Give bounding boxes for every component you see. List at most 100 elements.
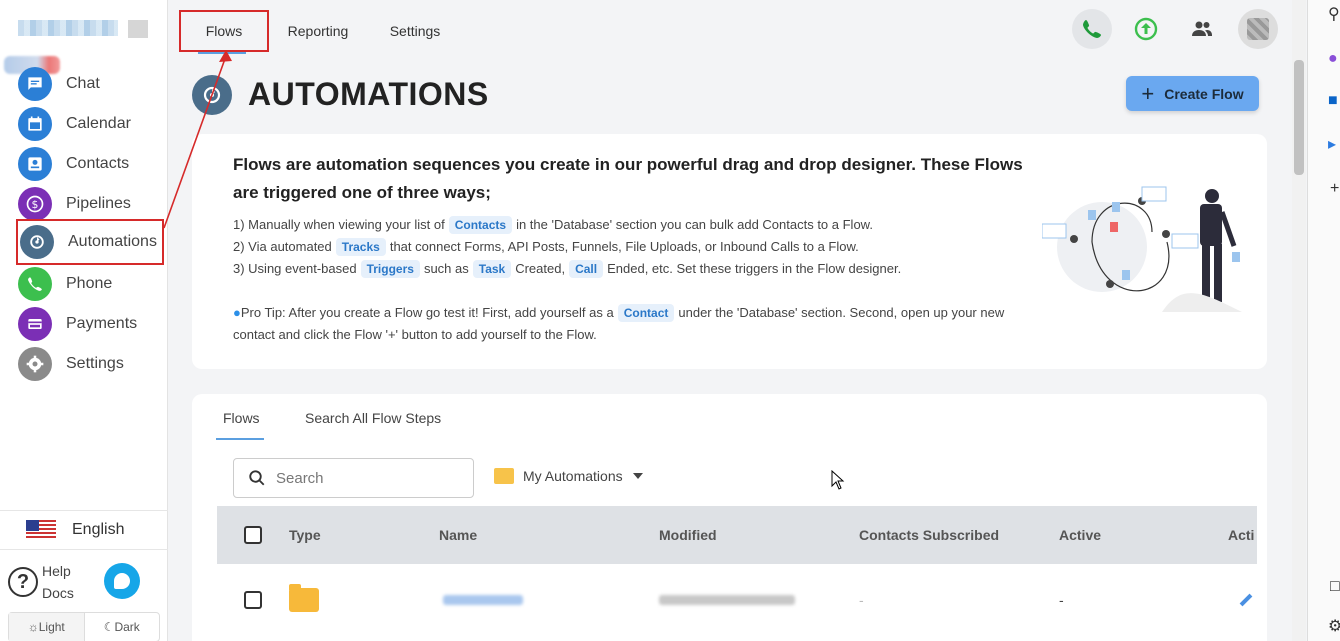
outlook-icon[interactable]: ■: [1328, 92, 1338, 110]
dollar-icon: $: [18, 187, 52, 221]
sidebar-item-chat[interactable]: Chat: [18, 65, 164, 103]
column-type[interactable]: Type: [289, 527, 321, 543]
top-navigation: Flows Reporting Settings: [170, 0, 1300, 62]
sidebar-item-automations[interactable]: Automations: [16, 219, 164, 265]
text: 1) Manually when viewing your list of: [233, 217, 445, 232]
sidebar-item-label: Automations: [68, 233, 157, 250]
bing-icon[interactable]: ▸: [1328, 134, 1336, 154]
account-menu[interactable]: [128, 20, 148, 38]
chevron-down-icon: [632, 473, 643, 479]
lightbulb-icon: ●: [233, 305, 241, 320]
sidebar-item-payments[interactable]: Payments: [18, 305, 164, 343]
text: 3) Using event-based: [233, 261, 357, 276]
copilot-icon[interactable]: ●: [1328, 50, 1338, 68]
upload-button[interactable]: [1126, 9, 1166, 49]
create-flow-button[interactable]: + Create Flow: [1126, 76, 1259, 111]
flow-name-link[interactable]: [443, 595, 523, 605]
calendar-icon: [18, 107, 52, 141]
docs-label: Docs: [42, 585, 74, 601]
sidebar-item-label: Calendar: [66, 115, 131, 132]
search-box: [233, 458, 474, 498]
select-all-checkbox[interactable]: [244, 526, 262, 544]
search-input[interactable]: [276, 469, 446, 487]
table-row[interactable]: - -: [217, 570, 1257, 630]
gear-icon[interactable]: ⚙: [1328, 616, 1340, 636]
call-chip[interactable]: Call: [569, 260, 604, 278]
tracks-chip[interactable]: Tracks: [335, 238, 386, 256]
search-icon[interactable]: ⚲: [1328, 4, 1340, 24]
support-chat-button[interactable]: [104, 563, 140, 599]
chat-icon: [18, 67, 52, 101]
mouse-cursor-icon: [831, 470, 845, 490]
sidebar-item-label: Settings: [66, 355, 124, 372]
avatar-image: [1247, 18, 1269, 40]
tab-flows-list[interactable]: Flows: [223, 410, 260, 426]
text: Created,: [515, 261, 566, 276]
tab-settings[interactable]: Settings: [380, 10, 450, 52]
theme-dark-button[interactable]: ☾ Dark: [85, 613, 160, 641]
tab-reporting[interactable]: Reporting: [278, 10, 358, 52]
scrollbar-thumb[interactable]: [1294, 60, 1304, 175]
tab-search-flow-steps[interactable]: Search All Flow Steps: [305, 410, 441, 426]
column-active[interactable]: Active: [1059, 527, 1101, 543]
theme-dark-label: Dark: [114, 620, 140, 634]
text: Pro Tip: After you create a Flow go test…: [240, 305, 614, 320]
sidebar-item-label: Payments: [66, 315, 138, 332]
sidebar-item-phone[interactable]: Phone: [18, 265, 164, 303]
page-scrollbar[interactable]: [1292, 0, 1306, 641]
column-contacts-subscribed[interactable]: Contacts Subscribed: [859, 527, 999, 543]
sidebar-item-label: Phone: [66, 275, 113, 292]
triggers-chip[interactable]: Triggers: [360, 260, 420, 278]
sidebar-item-label: Contacts: [66, 155, 130, 172]
avatar[interactable]: [1238, 9, 1278, 49]
sidebar: Chat Calendar Contacts $ Pipelines Autom…: [0, 0, 168, 641]
contact-chip[interactable]: Contact: [617, 304, 675, 322]
automation-illustration: [1042, 186, 1242, 312]
trigger-list: 1) Manually when viewing your list of Con…: [233, 214, 901, 280]
phone-icon: [1083, 20, 1101, 38]
edit-icon[interactable]: [1239, 593, 1253, 607]
contacts-chip[interactable]: Contacts: [448, 216, 513, 234]
sidebar-item-calendar[interactable]: Calendar: [18, 105, 164, 143]
sidebar-item-settings[interactable]: Settings: [18, 345, 164, 383]
text: Ended, etc. Set these triggers in the Fl…: [607, 261, 902, 276]
task-chip[interactable]: Task: [472, 260, 512, 278]
language-selector[interactable]: English: [0, 510, 168, 550]
svg-text:$: $: [32, 198, 39, 211]
column-name[interactable]: Name: [439, 527, 477, 543]
upload-icon: [1134, 17, 1158, 41]
automation-icon: [192, 75, 232, 115]
phone-call-button[interactable]: [1072, 9, 1112, 49]
help-docs-link[interactable]: ? Help Docs: [8, 560, 74, 604]
active-tab-indicator: [216, 438, 264, 440]
automation-icon: [20, 225, 54, 259]
browser-side-panel: ⚲ ● ■ ▸ + □ ⚙: [1307, 0, 1340, 641]
theme-toggle: ☼ Light ☾ Dark: [8, 612, 160, 641]
sun-icon: ☼: [27, 620, 39, 634]
plus-icon: +: [1141, 80, 1155, 106]
phone-icon: [18, 267, 52, 301]
us-flag-icon: [26, 520, 56, 540]
team-button[interactable]: [1182, 9, 1222, 49]
sidebar-item-contacts[interactable]: Contacts: [18, 145, 164, 183]
users-icon: [1192, 21, 1212, 36]
table-header: Type Name Modified Contacts Subscribed A…: [217, 506, 1257, 564]
folder-dropdown-label: My Automations: [523, 468, 623, 484]
text: in the 'Database' section you can bulk a…: [516, 217, 873, 232]
add-icon[interactable]: +: [1330, 180, 1339, 198]
tab-flows[interactable]: Flows: [179, 10, 269, 52]
row-checkbox[interactable]: [244, 591, 262, 609]
trigger-line-2: 2) Via automated Tracks that connect Forms…: [233, 236, 901, 258]
sidebar-item-pipelines[interactable]: $ Pipelines: [18, 185, 164, 223]
text: that connect Forms, API Posts, Funnels, …: [389, 239, 859, 254]
folder-dropdown[interactable]: My Automations: [494, 468, 643, 484]
help-icon: ?: [8, 567, 38, 597]
theme-light-button[interactable]: ☼ Light: [9, 613, 85, 641]
sidebar-toggle-icon[interactable]: □: [1330, 578, 1340, 596]
search-icon: [249, 470, 265, 486]
column-modified[interactable]: Modified: [659, 527, 717, 543]
trigger-line-1: 1) Manually when viewing your list of Con…: [233, 214, 901, 236]
modified-date: [659, 595, 795, 605]
active-value: -: [1059, 592, 1064, 608]
help-label: Help: [42, 563, 71, 579]
